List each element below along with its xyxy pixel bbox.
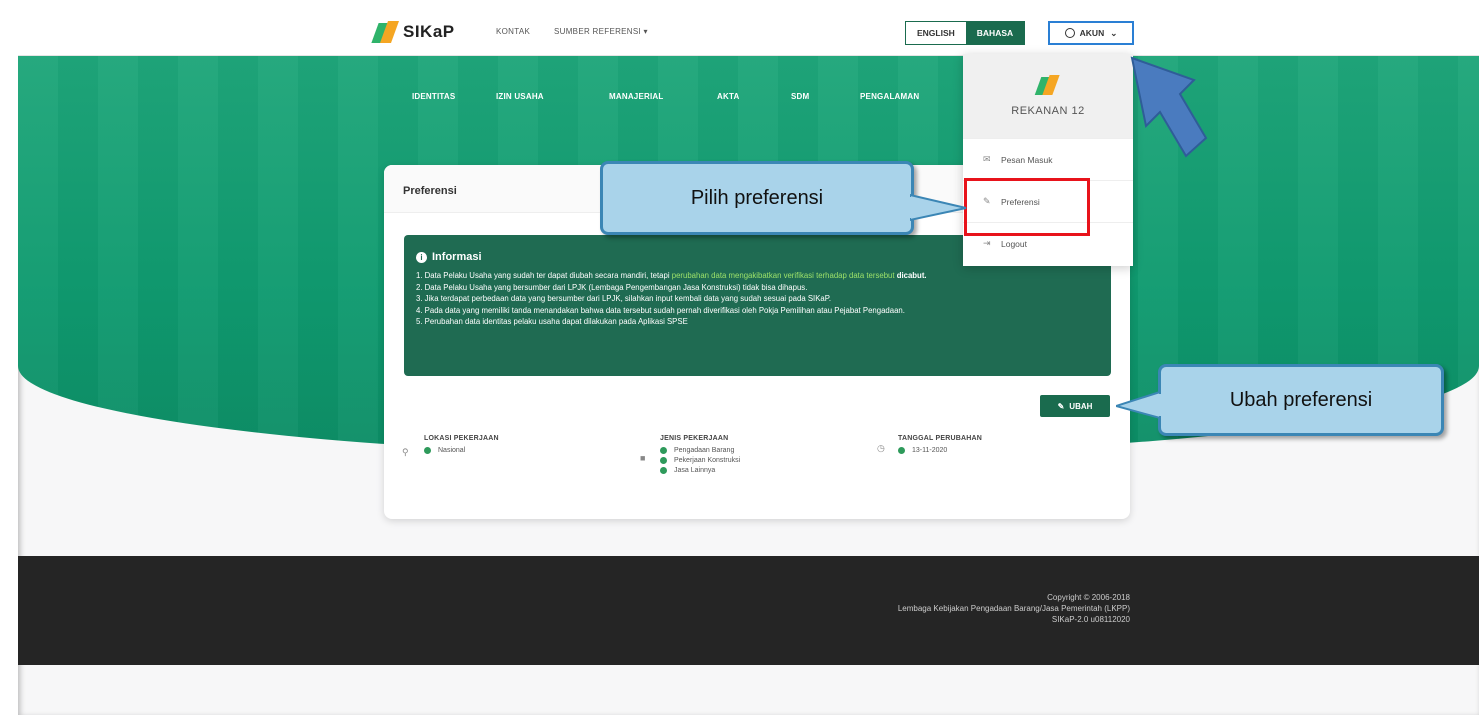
check-icon [424, 447, 431, 454]
preferensi-highlight-box [964, 178, 1090, 236]
callout-tail [910, 193, 967, 222]
info-line-2: 2. Data Pelaku Usaha yang bersumber dari… [416, 282, 808, 292]
menu-label: Pesan Masuk [1001, 154, 1053, 165]
arrow-pointer-icon [1130, 56, 1208, 158]
lang-bahasa-button[interactable]: BAHASA [965, 22, 1025, 44]
user-circle-icon [1064, 28, 1075, 38]
info-line-3: 3. Jika terdapat perbedaan data yang ber… [416, 294, 832, 303]
briefcase-icon: ■ [640, 453, 646, 463]
org-name: Lembaga Kebijakan Pengadaan Barang/Jasa … [897, 604, 1130, 613]
account-button[interactable]: AKUN ⌄ [1048, 21, 1134, 45]
nav-kontak[interactable]: KONTAK [496, 27, 530, 36]
lokasi-pekerjaan: LOKASI PEKERJAAN Nasional [424, 435, 499, 457]
tab-pengalaman[interactable]: PENGALAMAN [860, 92, 919, 101]
envelope-icon: ✉ [983, 154, 991, 164]
top-navbar: SIKaP KONTAK SUMBER REFERENSI ▾ ENGLISH … [18, 12, 1479, 56]
check-icon [660, 467, 667, 474]
callout-ubah-preferensi: Ubah preferensi [1158, 364, 1444, 436]
dropdown-header: REKANAN 12 [963, 54, 1133, 138]
edit-icon: ✎ [1057, 401, 1065, 411]
info-icon: i [416, 251, 427, 263]
callout-text: Pilih preferensi [690, 186, 824, 209]
info-line-5: 5. Perubahan data identitas pelaku usaha… [416, 317, 688, 326]
lokasi-label: LOKASI PEKERJAAN [424, 435, 499, 442]
jenis-value: Pengadaan Barang [660, 447, 740, 454]
brand-name: SIKaP [403, 22, 455, 41]
chevron-down-icon: ⌄ [1110, 27, 1118, 38]
check-icon [660, 447, 667, 454]
app-version: SIKaP-2.0 u08112020 [1051, 615, 1130, 624]
edit-preferensi-button[interactable]: ✎ UBAH [1040, 395, 1110, 417]
check-icon [898, 447, 905, 454]
menu-label: Logout [1001, 238, 1027, 249]
tab-identitas[interactable]: IDENTITAS [412, 92, 455, 101]
logo-icon [1034, 75, 1060, 95]
tanggal-label: TANGGAL PERUBAHAN [898, 435, 983, 442]
tab-sdm[interactable]: SDM [791, 92, 809, 101]
footer-text: Copyright © 2006-2018 Lembaga Kebijakan … [898, 592, 1130, 625]
jenis-value: Jasa Lainnya [660, 467, 740, 474]
dropdown-username: REKANAN 12 [1011, 105, 1085, 117]
lokasi-value: Nasional [424, 447, 499, 454]
callout-tail [1116, 390, 1162, 420]
brand-logo[interactable]: SIKaP [371, 21, 455, 43]
jenis-value: Pekerjaan Konstruksi [660, 457, 740, 464]
copyright: Copyright © 2006-2018 [1047, 593, 1130, 602]
map-pin-icon: ⚲ [402, 447, 409, 457]
language-switcher: ENGLISH BAHASA [905, 21, 1026, 45]
lang-english-button[interactable]: ENGLISH [906, 22, 966, 44]
callout-pilih-preferensi: Pilih preferensi [600, 161, 914, 235]
nav-sumber-referensi[interactable]: SUMBER REFERENSI ▾ [554, 27, 648, 36]
clock-icon: ◷ [877, 443, 885, 453]
page-footer: Copyright © 2006-2018 Lembaga Kebijakan … [18, 556, 1479, 665]
jenis-pekerjaan: JENIS PEKERJAAN Pengadaan Barang Pekerja… [660, 435, 740, 477]
tab-manajerial[interactable]: MANAJERIAL [609, 92, 663, 101]
menu-pesan-masuk[interactable]: ✉ Pesan Masuk [963, 138, 1133, 180]
info-line-1: 1. Data Pelaku Usaha yang sudah ter dapa… [416, 271, 927, 280]
tab-akta[interactable]: AKTA [717, 92, 739, 101]
logo-icon [371, 21, 400, 43]
edit-button-label: UBAH [1069, 401, 1093, 411]
check-icon [660, 457, 667, 464]
tanggal-perubahan: TANGGAL PERUBAHAN 13-11-2020 [898, 435, 982, 457]
tab-izin-usaha[interactable]: IZIN USAHA [496, 92, 544, 101]
jenis-label: JENIS PEKERJAAN [660, 435, 729, 442]
sign-out-icon: ⇥ [983, 238, 991, 248]
tanggal-value: 13-11-2020 [898, 447, 982, 454]
callout-text: Ubah preferensi [1229, 388, 1373, 411]
info-title: Informasi [432, 251, 482, 263]
account-label: AKUN [1079, 28, 1105, 38]
info-line-4: 4. Pada data yang memiliki tanda menanda… [416, 305, 905, 315]
